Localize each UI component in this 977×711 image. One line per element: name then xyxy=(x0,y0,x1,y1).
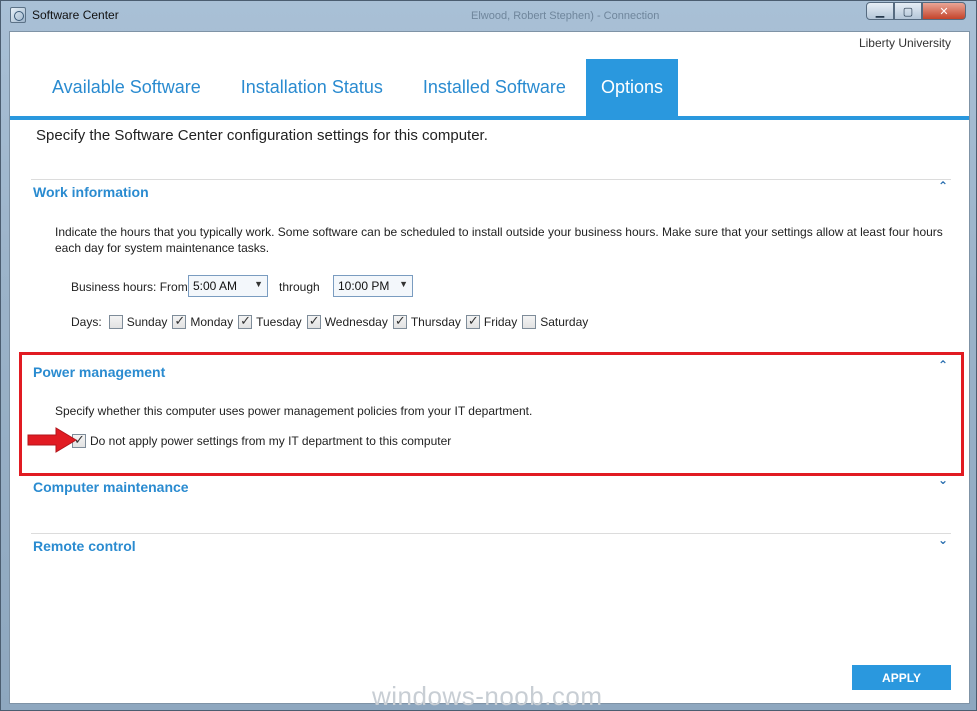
site-watermark: windows-noob.com xyxy=(372,681,603,711)
business-hours-label: Business hours: From xyxy=(71,280,188,294)
day-checkbox[interactable] xyxy=(392,313,407,329)
dropdown-arrow-icon: ▼ xyxy=(254,279,263,289)
day-label: Wednesday xyxy=(324,315,388,329)
annotation-highlight-box xyxy=(19,352,964,476)
day-label: Thursday xyxy=(410,315,461,329)
day-label: Saturday xyxy=(540,315,589,329)
title-bar[interactable]: Software Center Elwood, Robert Stephen) … xyxy=(1,1,976,31)
annotation-arrow-icon xyxy=(27,427,77,453)
section-divider xyxy=(31,179,951,180)
to-time-dropdown[interactable]: 10:00 PM ▼ xyxy=(333,275,413,297)
tab-installed-software[interactable]: Installed Software xyxy=(403,59,586,116)
tab-installation-status[interactable]: Installation Status xyxy=(221,59,403,116)
workdays-row: Days: Sunday Monday Tuesday Wednesday Th… xyxy=(71,313,588,329)
expand-chevron-icon[interactable]: ⌄ xyxy=(938,533,948,547)
software-center-icon xyxy=(10,7,26,23)
day-checkbox[interactable] xyxy=(465,313,480,329)
day-friday[interactable]: Friday xyxy=(465,313,518,329)
from-time-dropdown[interactable]: 5:00 AM ▼ xyxy=(188,275,268,297)
tab-available-software[interactable]: Available Software xyxy=(32,59,221,116)
close-button[interactable]: ✕ xyxy=(922,2,966,20)
day-monday[interactable]: Monday xyxy=(172,313,234,329)
computer-maintenance-section: Computer maintenance ⌄ xyxy=(31,473,951,523)
day-label: Sunday xyxy=(126,315,168,329)
tab-options[interactable]: Options xyxy=(585,59,678,116)
to-time-value: 10:00 PM xyxy=(338,279,390,293)
day-tuesday[interactable]: Tuesday xyxy=(238,313,302,329)
day-label: Monday xyxy=(190,315,234,329)
day-checkbox[interactable] xyxy=(108,315,123,329)
page-intro: Specify the Software Center configuratio… xyxy=(36,127,488,144)
organization-name: Liberty University xyxy=(858,36,951,50)
days-label: Days: xyxy=(71,315,102,329)
tab-underline xyxy=(10,116,969,120)
day-label: Tuesday xyxy=(256,315,302,329)
day-sunday[interactable]: Sunday xyxy=(108,315,168,329)
collapse-chevron-icon[interactable]: ⌃ xyxy=(938,179,948,193)
work-hours-description: Indicate the hours that you typically wo… xyxy=(55,225,943,255)
day-checkbox[interactable] xyxy=(522,315,537,329)
apply-button[interactable]: APPLY xyxy=(852,665,951,690)
work-information-section: Work information ⌃ Indicate the hours th… xyxy=(31,179,951,349)
day-wednesday[interactable]: Wednesday xyxy=(306,313,388,329)
software-center-window: Software Center Elwood, Robert Stephen) … xyxy=(0,0,977,711)
day-label: Friday xyxy=(483,315,518,329)
day-checkbox[interactable] xyxy=(238,313,253,329)
day-checkbox[interactable] xyxy=(172,313,187,329)
section-divider xyxy=(31,533,951,534)
through-label: through xyxy=(279,280,320,294)
remote-control-section: Remote control ⌄ xyxy=(31,533,951,583)
from-time-value: 5:00 AM xyxy=(193,279,238,293)
tab-bar: Available Software Installation Status I… xyxy=(32,59,678,116)
day-checkbox[interactable] xyxy=(306,313,321,329)
window-title: Software Center xyxy=(32,8,119,22)
background-window-title: Elwood, Robert Stephen) - Connection xyxy=(471,10,660,22)
dropdown-arrow-icon: ▼ xyxy=(399,279,408,289)
section-title-remote-control[interactable]: Remote control xyxy=(33,538,136,554)
caption-buttons: ▁ ▢ ✕ xyxy=(866,2,966,20)
section-title-work-information[interactable]: Work information xyxy=(33,184,149,200)
section-title-computer-maintenance[interactable]: Computer maintenance xyxy=(33,479,189,495)
client-area: Liberty University Available Software In… xyxy=(9,31,970,704)
day-saturday[interactable]: Saturday xyxy=(522,315,588,329)
minimize-button[interactable]: ▁ xyxy=(866,2,894,20)
day-thursday[interactable]: Thursday xyxy=(392,313,461,329)
maximize-button[interactable]: ▢ xyxy=(894,2,922,20)
